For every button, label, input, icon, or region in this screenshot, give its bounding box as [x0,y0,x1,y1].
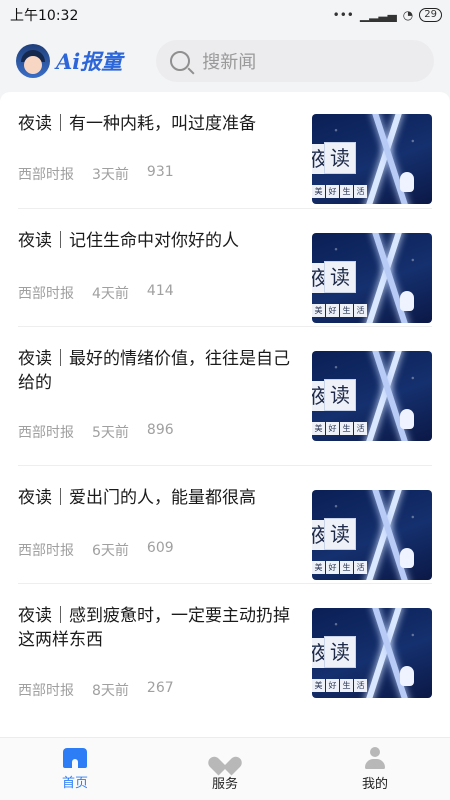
news-count: 896 [146,422,174,438]
thumbnail-word: 读 [324,518,356,550]
news-count: 931 [146,164,174,180]
nav-home-label: 首页 [61,775,88,791]
thumbnail-word: 读 [324,379,356,411]
news-thumbnail[interactable]: 夜 读 美好生活 [312,490,432,580]
thumbnail-subtitle: 美好生活 [312,304,367,317]
status-bar: 上午10:32 ••• ▁▂▃▄ ◔ 29 [0,0,450,30]
news-source: 西部时报 [18,543,74,559]
nav-service[interactable]: 服务 [175,747,275,792]
news-meta: 西部时报 3天前 931 [18,164,174,184]
news-source: 西部时报 [18,425,74,441]
reading-figure-icon [400,409,414,429]
thumbnail-word: 读 [324,261,356,293]
news-thumbnail[interactable]: 夜 读 美好生活 [312,114,432,204]
news-thumbnail[interactable]: 夜 读 美好生活 [312,351,432,441]
news-feed[interactable]: 夜读｜有一种内耗，叫过度准备 西部时报 3天前 931 夜 读 美好生活 夜读｜… [0,92,450,738]
app-header: Ai报童 搜新闻 [0,30,450,92]
thumbnail-subtitle: 美好生活 [312,679,367,692]
dots-icon: ••• [332,8,354,22]
home-icon [63,747,87,768]
news-title[interactable]: 夜读｜最好的情绪价值，往往是自己给的 [18,347,290,395]
news-title[interactable]: 夜读｜爱出门的人，能量都很高 [18,486,290,510]
service-icon [213,747,237,769]
news-time: 3天前 [92,167,129,183]
news-meta: 西部时报 4天前 414 [18,283,174,303]
news-item[interactable]: 夜读｜记住生命中对你好的人 西部时报 4天前 414 夜 读 美好生活 [0,209,450,327]
news-thumbnail[interactable]: 夜 读 美好生活 [312,233,432,323]
news-title[interactable]: 夜读｜有一种内耗，叫过度准备 [18,112,290,136]
news-count: 267 [146,680,174,696]
news-time: 6天前 [92,543,129,559]
logo-avatar-icon [16,44,50,78]
news-thumbnail[interactable]: 夜 读 美好生活 [312,608,432,698]
app-logo[interactable]: Ai报童 [16,44,136,78]
reading-figure-icon [400,548,414,568]
search-placeholder: 搜新闻 [202,52,257,73]
news-meta: 西部时报 5天前 896 [18,422,174,442]
nav-me[interactable]: 我的 [325,746,425,792]
thumbnail-subtitle: 美好生活 [312,422,367,435]
news-item[interactable]: 夜读｜有一种内耗，叫过度准备 西部时报 3天前 931 夜 读 美好生活 [0,92,450,209]
bottom-navigation: 首页 服务 我的 [0,737,450,800]
status-icons: ••• ▁▂▃▄ ◔ 29 [333,8,442,22]
search-input[interactable]: 搜新闻 [156,40,434,82]
news-time: 8天前 [92,683,129,699]
news-source: 西部时报 [18,167,74,183]
status-time: 上午10:32 [10,8,79,24]
nav-me-label: 我的 [361,776,388,792]
wifi-icon: ◔ [402,8,414,22]
thumbnail-word: 读 [324,142,356,174]
news-source: 西部时报 [18,286,74,302]
news-time: 5天前 [92,425,129,441]
news-title[interactable]: 夜读｜感到疲惫时，一定要主动扔掉这两样东西 [18,604,290,652]
news-item[interactable]: 夜读｜最好的情绪价值，往往是自己给的 西部时报 5天前 896 夜 读 美好生活 [0,327,450,466]
news-source: 西部时报 [18,683,74,699]
thumbnail-subtitle: 美好生活 [312,561,367,574]
reading-figure-icon [400,291,414,311]
nav-service-label: 服务 [211,776,238,792]
thumbnail-subtitle: 美好生活 [312,185,367,198]
logo-text: Ai报童 [56,49,123,74]
reading-figure-icon [400,666,414,686]
news-time: 4天前 [92,286,129,302]
news-count: 414 [146,283,174,299]
news-item[interactable]: 夜读｜爱出门的人，能量都很高 西部时报 6天前 609 夜 读 美好生活 [0,466,450,584]
news-count: 609 [146,540,174,556]
search-icon [170,51,191,71]
reading-figure-icon [400,172,414,192]
signal-icon: ▁▂▃▄ [359,8,397,22]
battery-icon: 29 [419,8,442,22]
nav-home[interactable]: 首页 [25,747,125,791]
thumbnail-word: 读 [324,636,356,668]
news-title[interactable]: 夜读｜记住生命中对你好的人 [18,229,290,253]
news-meta: 西部时报 8天前 267 [18,680,174,700]
news-meta: 西部时报 6天前 609 [18,540,174,560]
news-item[interactable]: 夜读｜感到疲惫时，一定要主动扔掉这两样东西 西部时报 8天前 267 夜 读 美… [0,584,450,738]
me-icon [364,746,386,769]
